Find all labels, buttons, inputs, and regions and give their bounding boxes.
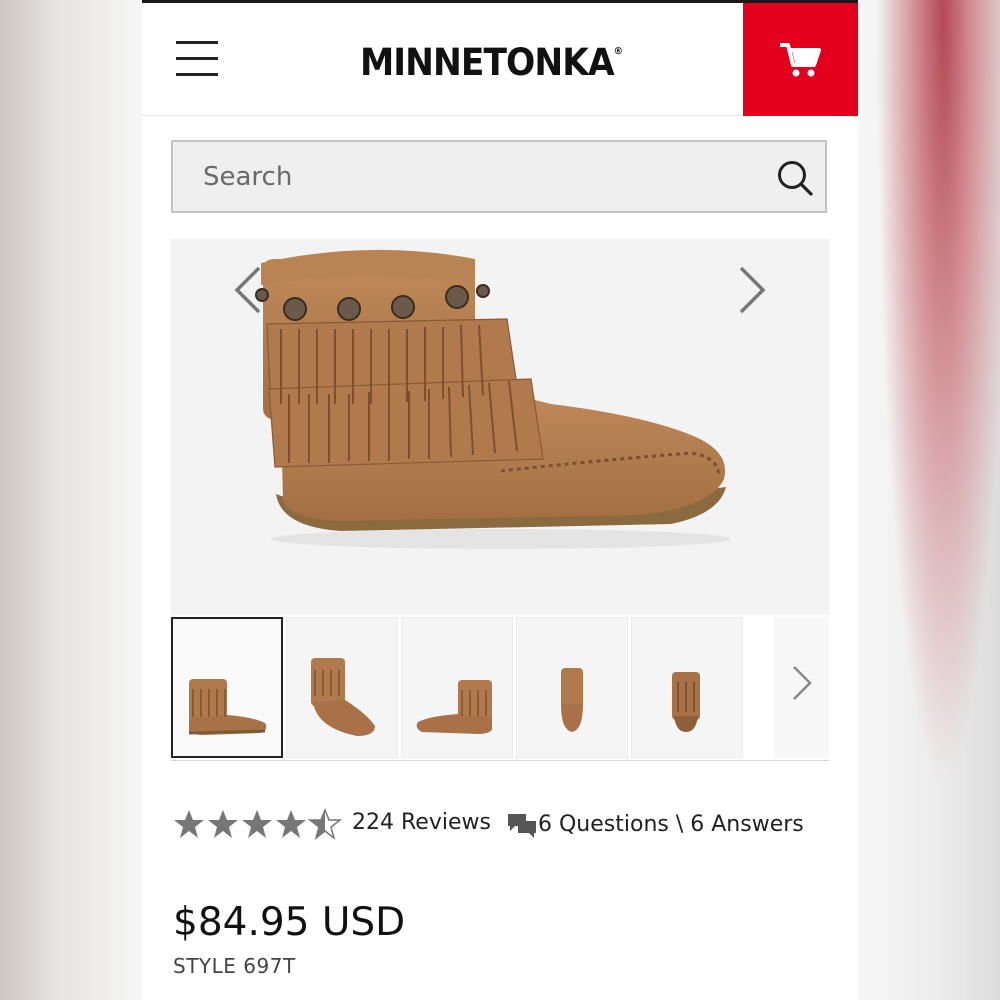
thumbnail-5[interactable]: [631, 617, 743, 758]
search-input[interactable]: [201, 156, 745, 198]
product-style: STYLE 697T: [173, 954, 296, 978]
hamburger-menu-icon[interactable]: [176, 41, 218, 77]
chevron-right-icon: [793, 666, 812, 700]
shopping-cart-icon: [780, 43, 821, 77]
left-background: [0, 0, 142, 1000]
thumb-boot-back: [672, 672, 700, 732]
chat-bubbles-icon: [508, 814, 536, 838]
thumb-boot-angle: [311, 658, 375, 736]
thumbnail-strip: [171, 617, 829, 761]
thumb-boot-inner: [416, 680, 492, 734]
thumbnail-3[interactable]: [401, 617, 513, 758]
thumbnail-1[interactable]: [171, 617, 283, 758]
thumbnail-4[interactable]: [516, 617, 628, 758]
product-hero-image: [171, 239, 829, 615]
site-header: MINNETONKA®: [142, 3, 858, 116]
boot-image: [255, 249, 731, 549]
right-background: [858, 0, 1000, 1000]
chevron-left-icon[interactable]: [231, 265, 263, 315]
mobile-page: MINNETONKA® Search 224 Reviews 6 Questio…: [142, 0, 858, 1000]
thumbnail-next-button[interactable]: [774, 617, 829, 758]
thumb-boot-side: [188, 679, 267, 735]
search-icon[interactable]: [776, 159, 814, 197]
brand-logo[interactable]: MINNETONKA®: [360, 43, 623, 83]
star-rating-icon: [174, 809, 341, 839]
thumb-boot-front: [561, 668, 583, 732]
search-bar: [171, 140, 827, 213]
questions-answers-link[interactable]: 6 Questions \ 6 Answers: [538, 812, 804, 837]
product-price: $84.95 USD: [173, 900, 406, 945]
thumbnail-2[interactable]: [286, 617, 398, 758]
chevron-right-icon[interactable]: [737, 265, 769, 315]
reviews-link[interactable]: 224 Reviews: [352, 810, 491, 835]
cart-button[interactable]: [743, 3, 858, 116]
